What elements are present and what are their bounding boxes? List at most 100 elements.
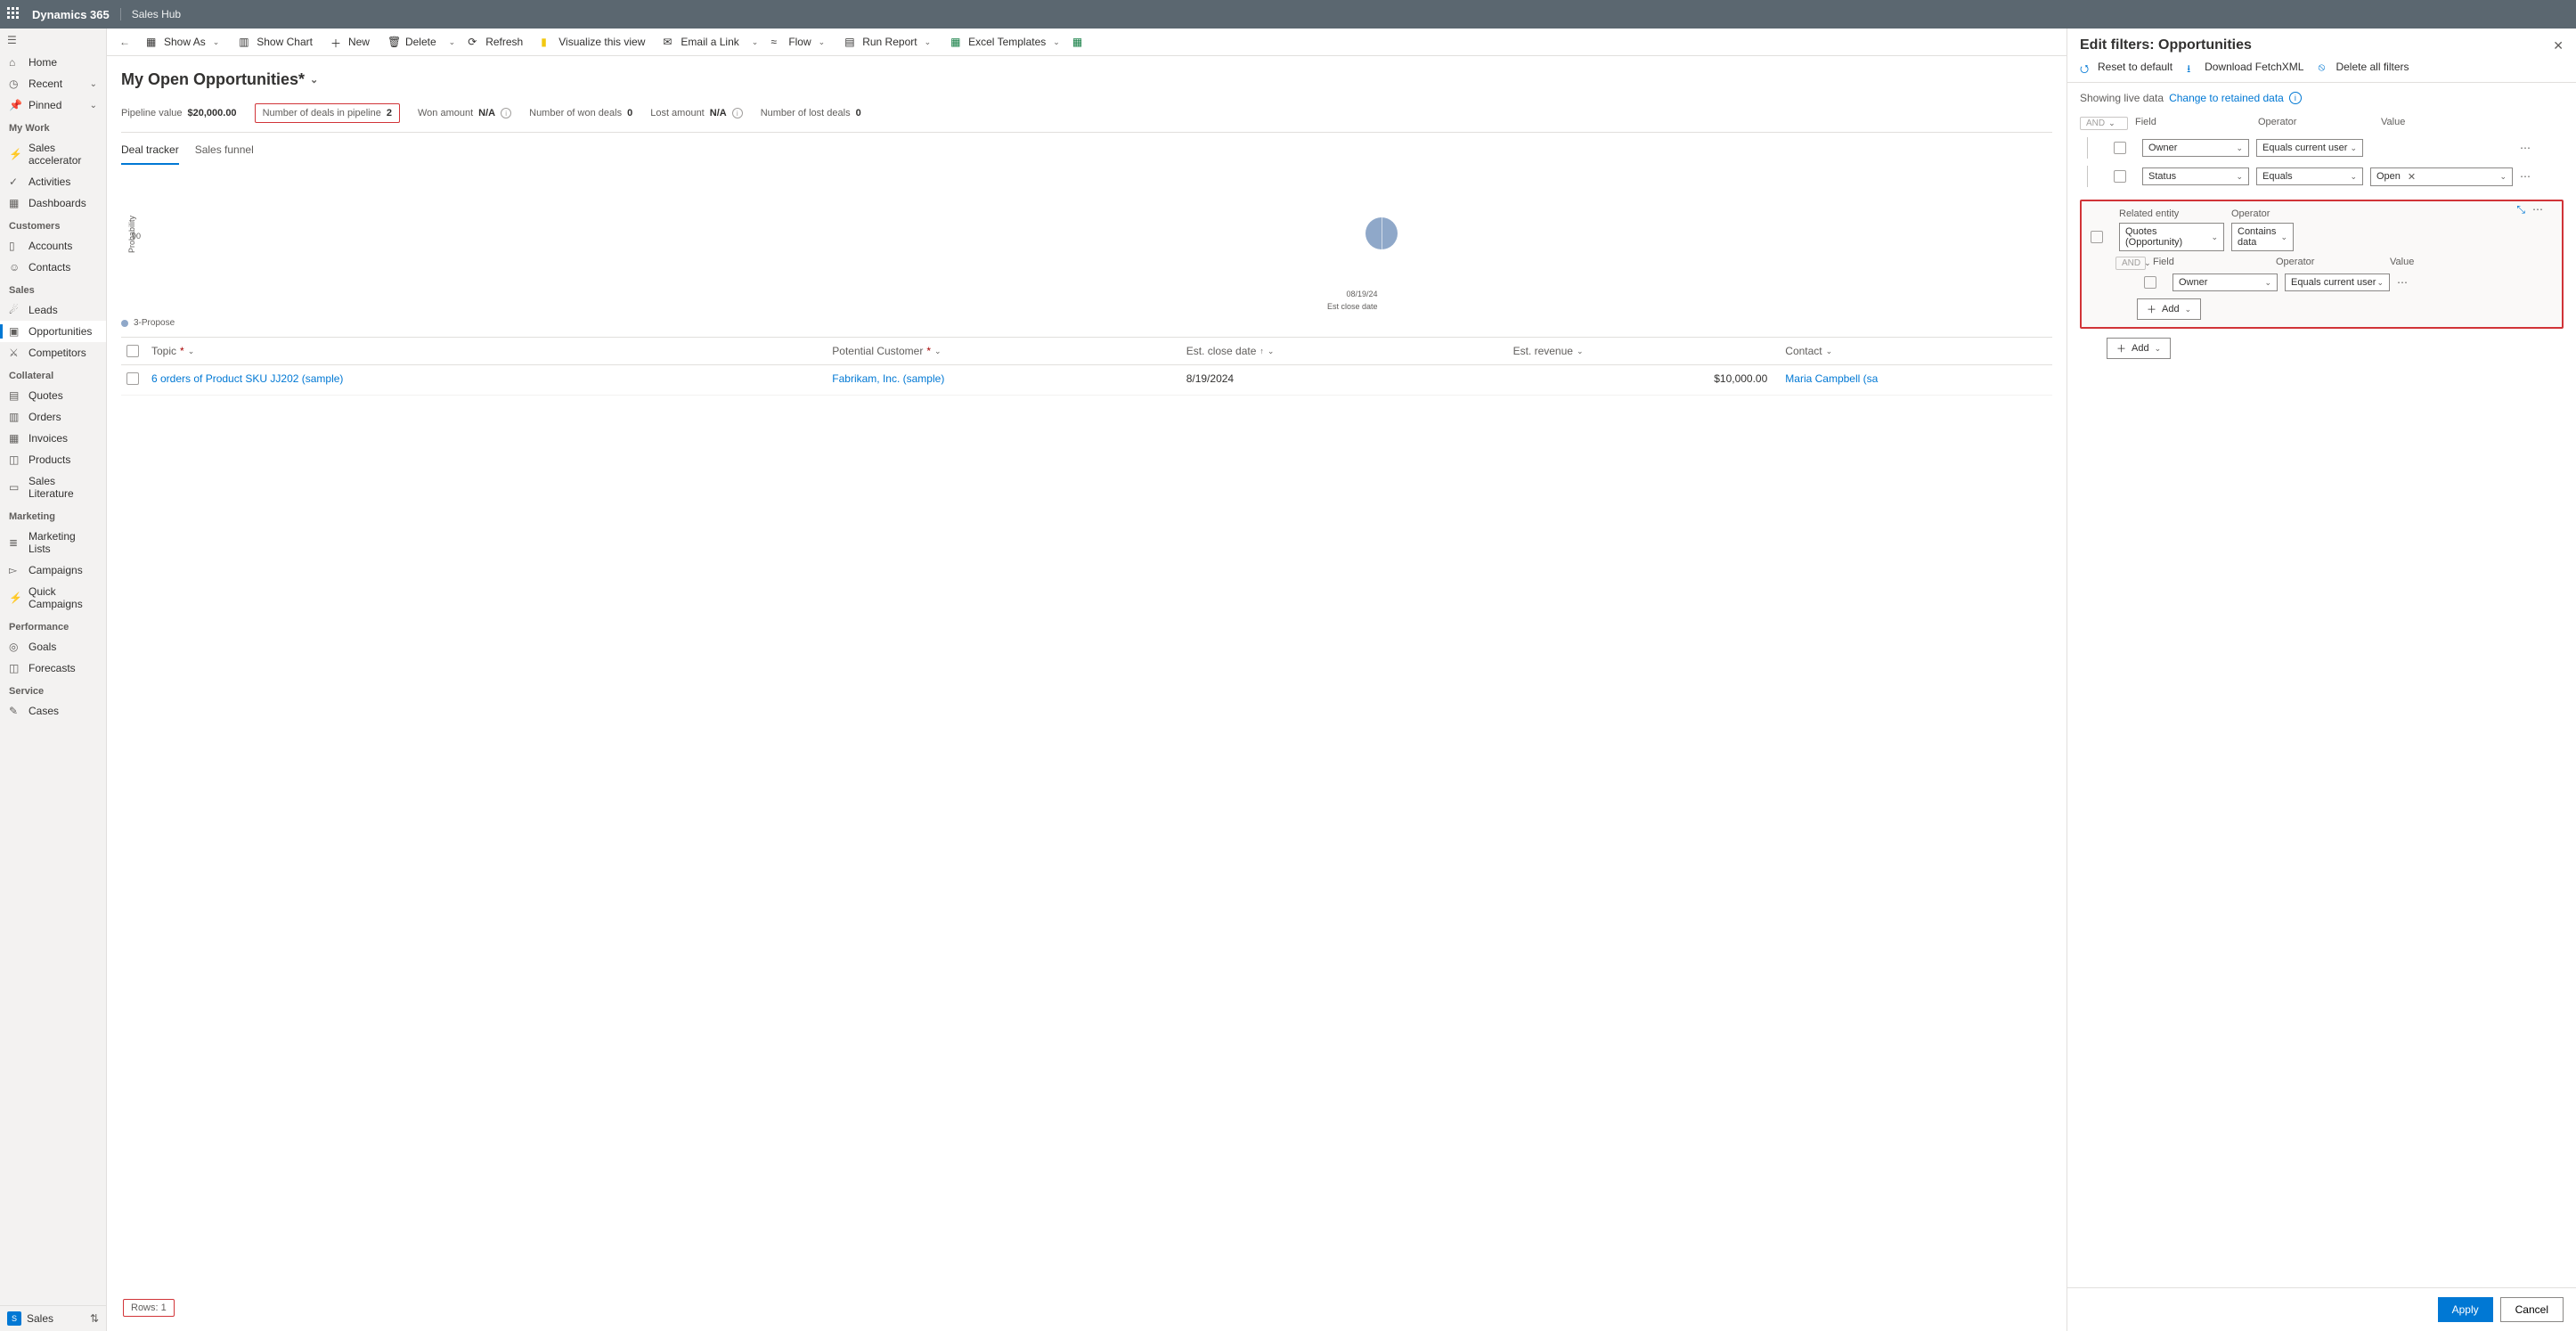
close-icon[interactable]: ✕ — [2553, 38, 2564, 53]
info-icon[interactable]: i — [2289, 92, 2302, 104]
cancel-button[interactable]: Cancel — [2500, 1297, 2564, 1322]
rocket-icon: ⚡ — [9, 148, 21, 160]
excel-export-icon[interactable]: ▦ — [1072, 36, 1085, 48]
nav-forecasts[interactable]: ◫Forecasts — [0, 657, 106, 679]
delete-button[interactable]: 🗑Delete — [380, 32, 444, 52]
col-estclose[interactable]: Est. close date ↑⌄ — [1181, 338, 1508, 364]
nav-leads[interactable]: ☄Leads — [0, 299, 106, 321]
nav-label: Campaigns — [29, 564, 83, 576]
cell-topic[interactable]: 6 orders of Product SKU JJ202 (sample) — [146, 365, 827, 395]
col-topic[interactable]: Topic*⌄ — [146, 338, 827, 364]
reset-button[interactable]: ⭯Reset to default — [2080, 61, 2172, 73]
related-operator-select[interactable]: Contains data⌄ — [2231, 223, 2294, 251]
nav-campaigns[interactable]: ▻Campaigns — [0, 559, 106, 581]
col-label: Est. revenue — [1513, 345, 1573, 357]
value-select[interactable]: Open✕ ⌄ — [2370, 167, 2513, 186]
nav-quotes[interactable]: ▤Quotes — [0, 385, 106, 406]
chevron-down-icon[interactable]: ⌄ — [447, 37, 458, 47]
cell-rev: $10,000.00 — [1508, 365, 1781, 395]
refresh-button[interactable]: ⟳Refresh — [461, 32, 530, 52]
field-select[interactable]: Owner⌄ — [2172, 274, 2278, 291]
nav-qcampaigns[interactable]: ⚡Quick Campaigns — [0, 581, 106, 615]
nav-pinned[interactable]: 📌Pinned⌄ — [0, 94, 106, 116]
nav-opportunities[interactable]: ▣Opportunities — [0, 321, 106, 342]
tab-sales-funnel[interactable]: Sales funnel — [195, 140, 254, 165]
view-title[interactable]: My Open Opportunities* ⌄ — [121, 65, 2052, 98]
condition-status: Status⌄ Equals⌄ Open✕ ⌄ ⋯ — [2080, 162, 2564, 191]
nav-recent[interactable]: ◷Recent⌄ — [0, 73, 106, 94]
info-icon[interactable]: i — [501, 108, 511, 118]
more-icon[interactable]: ⋯ — [2532, 203, 2544, 216]
table-row[interactable]: 6 orders of Product SKU JJ202 (sample) F… — [121, 365, 2052, 396]
nav-orders[interactable]: ▥Orders — [0, 406, 106, 428]
flow-button[interactable]: ≈Flow⌄ — [763, 32, 834, 52]
kpi-deals-in-pipeline: Number of deals in pipeline2 — [255, 103, 400, 123]
add-inner-button[interactable]: ＋Add⌄ — [2137, 298, 2201, 320]
tab-deal-tracker[interactable]: Deal tracker — [121, 140, 179, 165]
more-icon[interactable]: ⋯ — [2397, 276, 2415, 289]
showchart-button[interactable]: ▥Show Chart — [232, 32, 320, 52]
visualize-button[interactable]: ▮Visualize this view — [534, 32, 652, 52]
waffle-icon[interactable] — [7, 7, 21, 21]
and-chip[interactable]: AND⌄ — [2115, 257, 2146, 270]
more-icon[interactable]: ⋯ — [2520, 170, 2538, 183]
hamburger-icon[interactable]: ☰ — [0, 29, 106, 52]
sidebar-footer[interactable]: S Sales ⇅ — [0, 1305, 106, 1331]
apply-button[interactable]: Apply — [2438, 1297, 2493, 1322]
showas-button[interactable]: ▦Show As⌄ — [139, 32, 228, 52]
back-button[interactable]: ← — [114, 32, 135, 52]
operator-select[interactable]: Equals current user⌄ — [2256, 139, 2363, 157]
condition-checkbox[interactable] — [2114, 170, 2126, 183]
condition-checkbox[interactable] — [2144, 276, 2156, 289]
col-estrev[interactable]: Est. revenue ⌄ — [1508, 338, 1781, 364]
row-checkbox[interactable] — [126, 372, 139, 385]
group-service: Service — [0, 679, 106, 700]
nav-home[interactable]: ⌂Home — [0, 52, 106, 73]
nav-saleslit[interactable]: ▭Sales Literature — [0, 470, 106, 504]
collapse-icon[interactable]: ⤡ — [2516, 203, 2525, 216]
email-button[interactable]: ✉Email a Link — [656, 32, 746, 52]
info-icon[interactable]: i — [732, 108, 743, 118]
panel-title: Edit filters: Opportunities — [2080, 37, 2252, 53]
condition-checkbox[interactable] — [2091, 231, 2103, 243]
change-retained-link[interactable]: Change to retained data — [2169, 92, 2284, 104]
field-select[interactable]: Owner⌄ — [2142, 139, 2249, 157]
nav-goals[interactable]: ◎Goals — [0, 636, 106, 657]
nav-activities[interactable]: ✓Activities — [0, 171, 106, 192]
chevron-down-icon[interactable]: ⌄ — [750, 37, 761, 47]
cell-contact[interactable]: Maria Campbell (sa — [1780, 365, 2052, 395]
select-value: Equals — [2262, 171, 2293, 182]
operator-select[interactable]: Equals current user⌄ — [2285, 274, 2390, 291]
nav-products[interactable]: ◫Products — [0, 449, 106, 470]
nav-sales-accel[interactable]: ⚡Sales accelerator — [0, 137, 106, 171]
more-icon[interactable]: ⋯ — [2520, 142, 2538, 154]
runreport-button[interactable]: ▤Run Report⌄ — [837, 32, 940, 52]
excel-button[interactable]: ▦Excel Templates⌄ — [943, 32, 1069, 52]
remove-tag-icon[interactable]: ✕ — [2408, 171, 2416, 183]
add-outer-button[interactable]: ＋Add⌄ — [2107, 338, 2171, 359]
and-chip[interactable]: AND⌄ — [2080, 117, 2128, 130]
col-customer[interactable]: Potential Customer*⌄ — [827, 338, 1180, 364]
condition-checkbox[interactable] — [2114, 142, 2126, 154]
nav-competitors[interactable]: ⚔Competitors — [0, 342, 106, 363]
command-bar: ← ▦Show As⌄ ▥Show Chart ＋New 🗑Delete ⌄ ⟳… — [107, 29, 2067, 56]
related-entity-select[interactable]: Quotes (Opportunity)⌄ — [2119, 223, 2224, 251]
chart-bubble[interactable] — [1365, 217, 1398, 249]
cell-customer[interactable]: Fabrikam, Inc. (sample) — [827, 365, 1180, 395]
tabs: Deal tracker Sales funnel — [121, 133, 2052, 165]
hub-name[interactable]: Sales Hub — [120, 8, 181, 20]
kpi-lost-amount: Lost amountN/Ai — [650, 108, 743, 118]
nav-contacts[interactable]: ☺Contacts — [0, 257, 106, 278]
nav-accounts[interactable]: ▯Accounts — [0, 235, 106, 257]
nav-invoices[interactable]: ▦Invoices — [0, 428, 106, 449]
operator-select[interactable]: Equals⌄ — [2256, 167, 2363, 185]
select-all-checkbox[interactable] — [126, 345, 139, 357]
nav-mlists[interactable]: ≣Marketing Lists — [0, 526, 106, 559]
download-fetchxml-button[interactable]: ⭳Download FetchXML — [2187, 61, 2303, 73]
delete-filters-button[interactable]: ⦸Delete all filters — [2318, 61, 2409, 73]
nav-cases[interactable]: ✎Cases — [0, 700, 106, 722]
nav-dashboards[interactable]: ▦Dashboards — [0, 192, 106, 214]
field-select[interactable]: Status⌄ — [2142, 167, 2249, 185]
new-button[interactable]: ＋New — [323, 32, 377, 52]
col-contact[interactable]: Contact⌄ — [1780, 338, 2052, 364]
